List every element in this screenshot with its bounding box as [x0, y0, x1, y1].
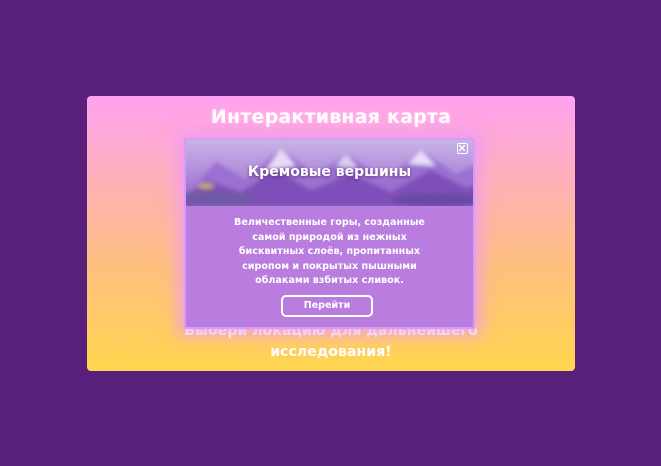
description-line: бисквитных слоёв, пропитанных [238, 246, 421, 258]
close-button[interactable] [457, 143, 468, 154]
map-subtitle-line-2: исследования! [270, 344, 392, 360]
location-modal: Кремовые вершины Величественные горы, со… [184, 138, 475, 329]
go-button[interactable]: Перейти [281, 295, 373, 317]
description-line: сиропом и покрытых пышными [242, 260, 417, 272]
close-icon [458, 144, 466, 152]
description-line: Величественные горы, созданные [234, 217, 425, 228]
location-title: Кремовые вершины [247, 164, 412, 180]
location-description: Величественные горы, созданные самой при… [204, 216, 455, 289]
mountains-image: Кремовые вершины [186, 140, 473, 206]
description-line: облаками взбитых сливок. [255, 275, 404, 287]
map-title: Интерактивная карта [210, 106, 452, 128]
description-line: самой природой из нежных [252, 231, 407, 243]
